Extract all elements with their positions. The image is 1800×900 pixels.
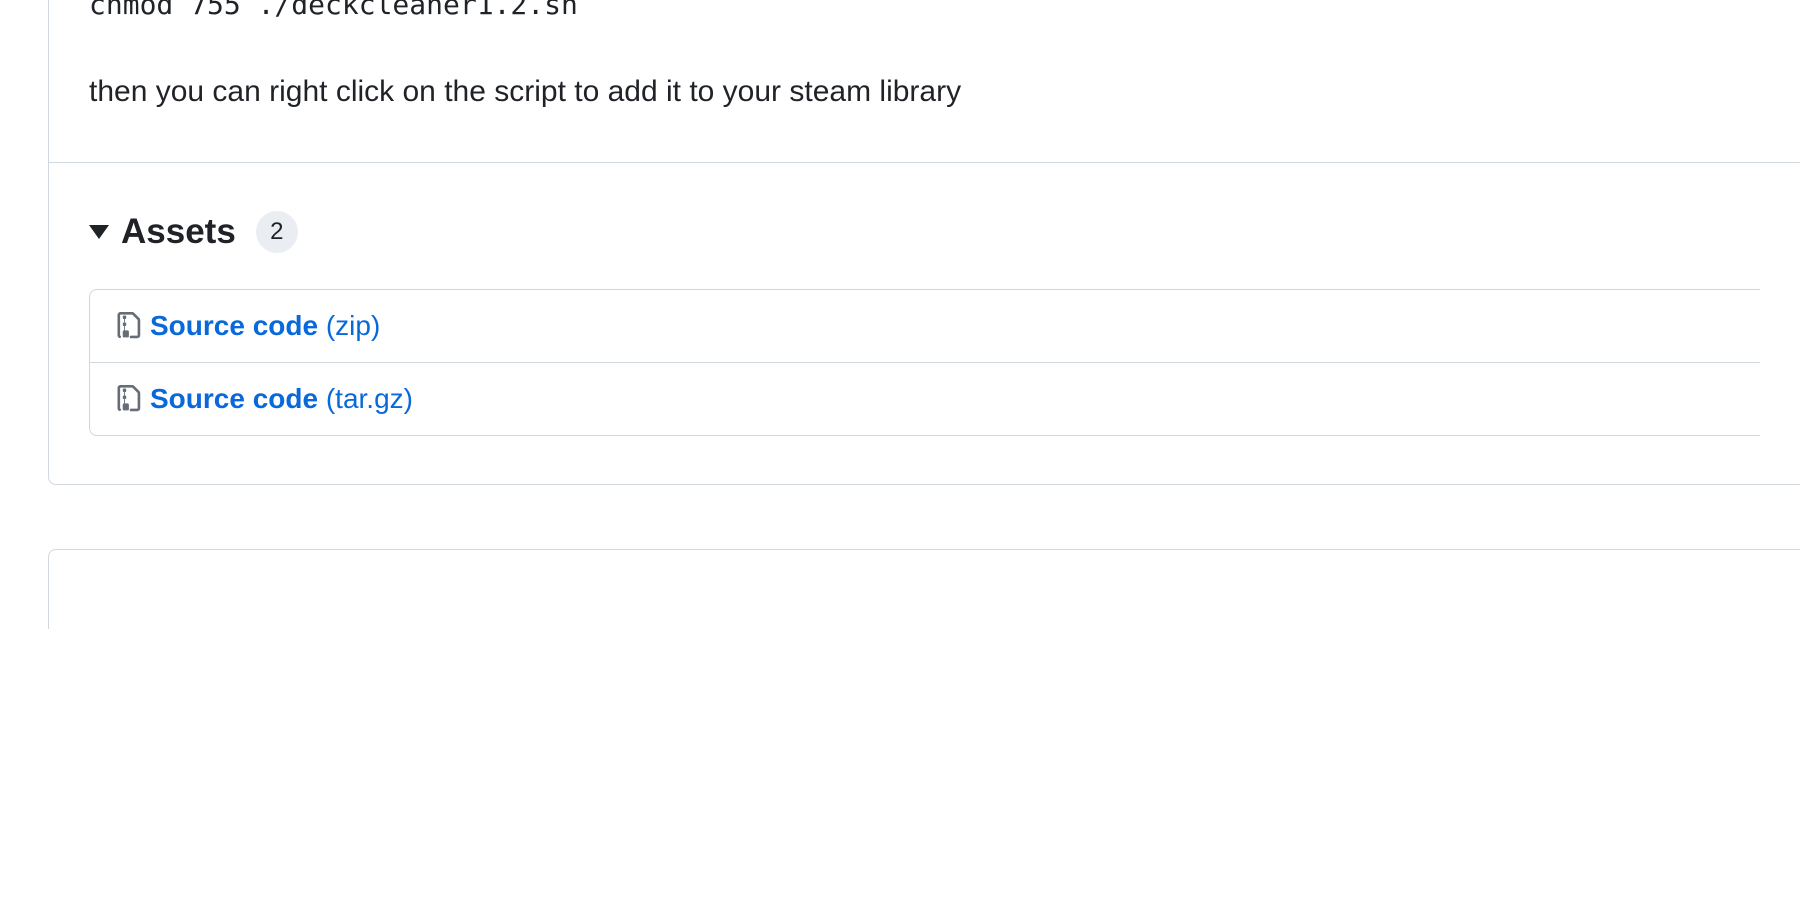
asset-name: Source code — [150, 310, 318, 341]
asset-row: Source code (tar.gz) — [90, 363, 1760, 435]
asset-download-link[interactable]: Source code (tar.gz) — [150, 383, 413, 415]
assets-toggle[interactable]: Assets 2 — [89, 211, 1760, 253]
asset-name: Source code — [150, 383, 318, 414]
release-description: then you can right click on the script t… — [89, 69, 1760, 114]
asset-download-link[interactable]: Source code (zip) — [150, 310, 380, 342]
file-zip-icon — [114, 384, 142, 414]
next-release-panel — [48, 549, 1800, 629]
asset-extension: (zip) — [326, 310, 380, 341]
assets-heading: Assets — [121, 212, 236, 252]
file-zip-icon — [114, 311, 142, 341]
assets-count-badge: 2 — [256, 211, 298, 253]
release-panel: chmod 755 ./deckcleaner1.2.sh then you c… — [48, 0, 1800, 485]
assets-section: Assets 2 Source code (zip) — [49, 162, 1800, 436]
code-snippet: chmod 755 ./deckcleaner1.2.sh — [89, 0, 1760, 21]
asset-row: Source code (zip) — [90, 290, 1760, 363]
caret-down-icon — [89, 225, 109, 239]
asset-extension: (tar.gz) — [326, 383, 413, 414]
assets-list: Source code (zip) Source code (tar.gz) — [89, 289, 1760, 436]
